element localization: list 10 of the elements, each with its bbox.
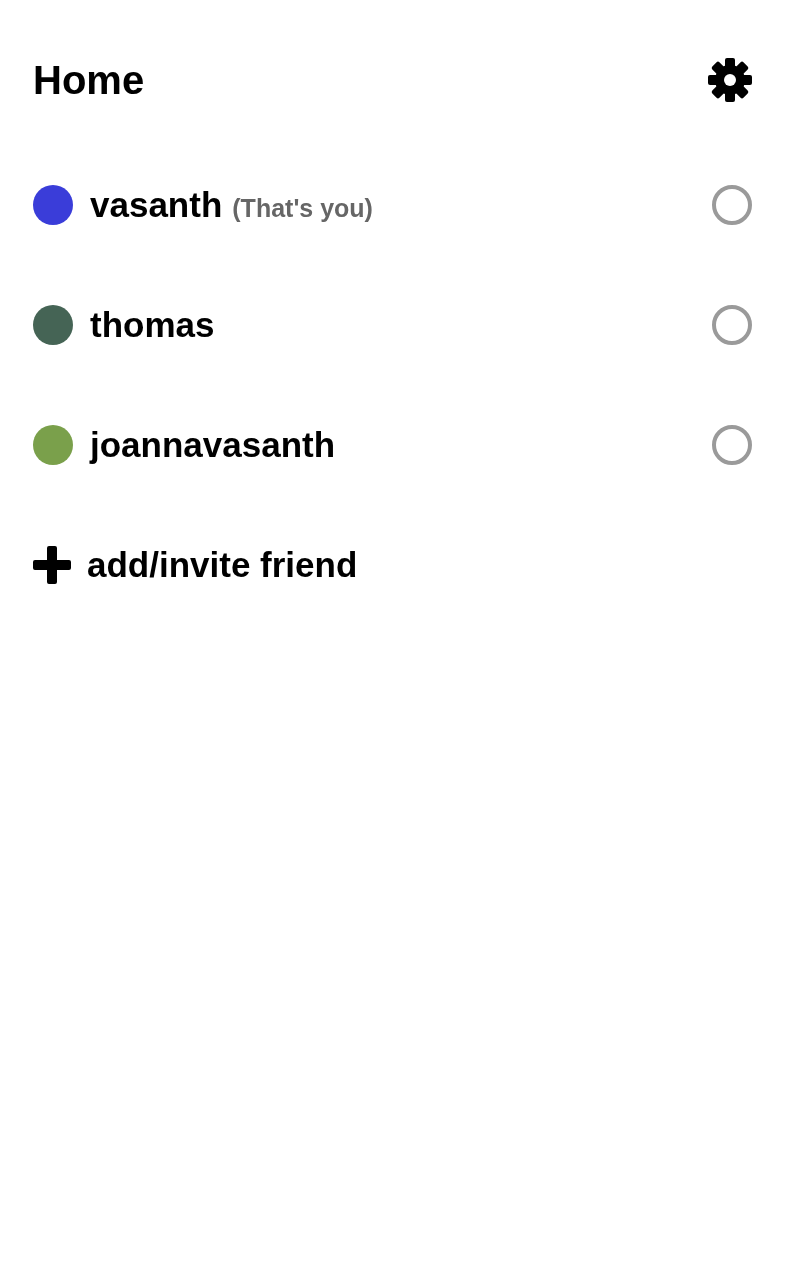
select-radio[interactable] bbox=[712, 305, 752, 345]
select-radio[interactable] bbox=[712, 185, 752, 225]
add-friend-button[interactable]: add/invite friend bbox=[33, 544, 358, 586]
select-radio[interactable] bbox=[712, 425, 752, 465]
page-title: Home bbox=[33, 57, 145, 104]
friend-name: vasanth bbox=[90, 184, 223, 226]
friend-note: (That's you) bbox=[232, 193, 373, 224]
friend-name: joannavasanth bbox=[90, 424, 336, 466]
friend-name: thomas bbox=[90, 304, 215, 346]
plus-icon bbox=[33, 546, 71, 584]
